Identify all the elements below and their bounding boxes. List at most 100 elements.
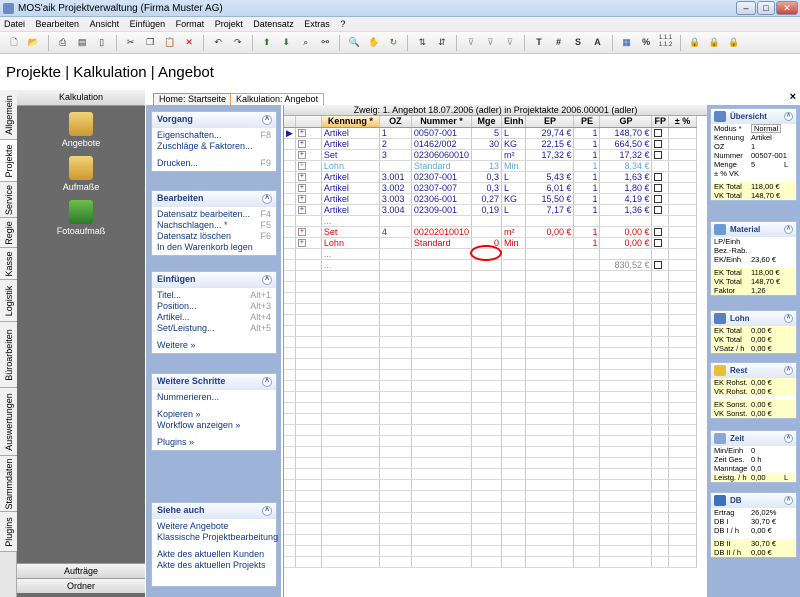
cell-pe[interactable]: 1 bbox=[573, 127, 601, 139]
tab-stammdaten[interactable]: Stammdaten bbox=[0, 456, 17, 512]
cell-gp[interactable] bbox=[599, 215, 653, 227]
cell-gp[interactable]: 1,63 € bbox=[599, 171, 653, 183]
col-gp[interactable]: GP bbox=[599, 116, 653, 128]
cell-fp[interactable] bbox=[651, 259, 669, 271]
refresh-icon[interactable]: ↻ bbox=[386, 35, 401, 50]
table-row[interactable]: + Artikel 3.002 02307-007 0,3 L 6,01 €1 1,80 € bbox=[284, 182, 697, 194]
a-icon[interactable]: A bbox=[590, 35, 605, 50]
collapse-icon[interactable]: ˄ bbox=[784, 366, 793, 375]
cell-gp[interactable] bbox=[599, 248, 653, 260]
row-indicator[interactable] bbox=[284, 226, 296, 238]
cell-kennung[interactable]: Lohn bbox=[321, 237, 380, 249]
cell-oz[interactable]: 3.001 bbox=[379, 171, 412, 183]
cell-percent[interactable] bbox=[668, 259, 697, 271]
delete-icon[interactable]: ✕ bbox=[182, 35, 197, 50]
col-oz[interactable]: OZ bbox=[379, 116, 412, 128]
close-window-button[interactable]: ✕ bbox=[776, 1, 798, 15]
cell-einh[interactable] bbox=[501, 248, 527, 260]
cell-nummer[interactable] bbox=[411, 215, 472, 227]
table-row[interactable]: + Artikel 3.003 02306-001 0,27 KG 15,50 €1 4,19… bbox=[284, 193, 697, 205]
module-aufmasse[interactable]: Aufmaße bbox=[17, 156, 145, 192]
minimize-button[interactable]: – bbox=[736, 1, 756, 15]
cell-mge[interactable]: 0,3 bbox=[471, 171, 502, 183]
cell-nummer[interactable]: 01462/002 bbox=[411, 138, 472, 150]
row-expander[interactable] bbox=[295, 259, 322, 271]
row-indicator[interactable] bbox=[284, 160, 296, 172]
col-kennung[interactable]: Kennung * bbox=[321, 116, 380, 128]
zoom-icon[interactable]: 🔍 bbox=[347, 35, 362, 50]
row-expander[interactable]: + bbox=[295, 193, 322, 205]
summary-value[interactable]: Normal bbox=[751, 124, 782, 133]
cell-percent[interactable] bbox=[668, 171, 697, 183]
task-nachschlagen[interactable]: Nachschlagen... * F5 bbox=[157, 220, 271, 231]
print-icon[interactable]: ⎙ bbox=[55, 35, 70, 50]
cell-oz[interactable] bbox=[379, 160, 412, 172]
cell-nummer[interactable]: 02309-001 bbox=[411, 204, 472, 216]
collapse-icon[interactable]: ˄ bbox=[262, 377, 272, 387]
cell-gp[interactable]: 664,50 € bbox=[599, 138, 653, 150]
collapse-icon[interactable]: ˄ bbox=[262, 194, 272, 204]
close-tab-icon[interactable]: × bbox=[790, 91, 796, 103]
open-folder-icon[interactable]: 📂 bbox=[26, 35, 41, 50]
cell-oz[interactable]: 1 bbox=[379, 127, 412, 139]
print-preview-icon[interactable]: ▤ bbox=[75, 35, 90, 50]
expand-icon[interactable]: + bbox=[297, 129, 306, 137]
cell-mge[interactable]: 5 bbox=[471, 127, 502, 139]
summary-group-header[interactable]: Material ˄ bbox=[711, 222, 796, 237]
task-group-header[interactable]: Bearbeiten ˄ bbox=[152, 191, 276, 207]
summary-group-header[interactable]: Übersicht ˄ bbox=[711, 109, 796, 124]
task-akte-projekt[interactable]: Akte des aktuellen Projekts bbox=[157, 560, 271, 571]
cell-einh[interactable]: L bbox=[501, 127, 527, 139]
cell-nummer[interactable] bbox=[411, 248, 472, 260]
cell-nummer[interactable]: 02306-001 bbox=[411, 193, 472, 205]
table-row[interactable]: + Lohn Standard 13 Min 1 8,34 € bbox=[284, 160, 697, 172]
collapse-icon[interactable]: ˄ bbox=[784, 314, 793, 323]
cell-percent[interactable] bbox=[668, 193, 697, 205]
cell-pe[interactable]: 1 bbox=[573, 171, 601, 183]
collapse-icon[interactable]: ˄ bbox=[784, 225, 793, 234]
tab-service[interactable]: Service bbox=[0, 182, 17, 218]
cell-kennung[interactable]: Set bbox=[321, 149, 380, 161]
cell-ep[interactable]: 15,50 € bbox=[525, 193, 575, 205]
fp-checkbox[interactable] bbox=[654, 184, 663, 192]
cell-pe[interactable]: 1 bbox=[573, 160, 601, 172]
task-klassische-bearbeitung[interactable]: Klassische Projektbearbeitung bbox=[157, 532, 278, 543]
table-row[interactable]: ▶ + Artikel 1 00507-001 5 L 29,74 €1 148,70 € bbox=[284, 127, 697, 139]
task-workflow[interactable]: Workflow anzeigen » bbox=[157, 420, 271, 431]
sort-asc-icon[interactable]: ⇅ bbox=[415, 35, 430, 50]
fp-checkbox[interactable] bbox=[654, 140, 663, 148]
row-expander[interactable]: + bbox=[295, 182, 322, 194]
undo-icon[interactable]: ↶ bbox=[211, 35, 226, 50]
cell-oz[interactable] bbox=[379, 237, 412, 249]
sort-desc-icon[interactable]: ⇵ bbox=[434, 35, 449, 50]
cell-gp[interactable]: 1,80 € bbox=[599, 182, 653, 194]
row-expander[interactable]: + bbox=[295, 149, 322, 161]
cell-kennung[interactable]: Artikel bbox=[321, 171, 380, 183]
task-zuschlaege[interactable]: Zuschläge & Faktoren... bbox=[157, 141, 271, 152]
fp-checkbox[interactable] bbox=[654, 206, 663, 214]
row-indicator[interactable] bbox=[284, 171, 296, 183]
filter-clear-icon[interactable]: ⊽ bbox=[502, 35, 517, 50]
expand-icon[interactable]: + bbox=[297, 206, 306, 214]
task-position[interactable]: Position... Alt+3 bbox=[157, 301, 271, 312]
task-artikel[interactable]: Artikel... Alt+4 bbox=[157, 312, 271, 323]
cell-einh[interactable]: L bbox=[501, 171, 527, 183]
table-row[interactable]: + Set 4 00202010010 m² 0,00 €1 0,00 € bbox=[284, 226, 697, 238]
cell-nummer[interactable] bbox=[411, 259, 472, 271]
fp-checkbox[interactable] bbox=[654, 151, 663, 159]
cell-einh[interactable]: L bbox=[501, 182, 527, 194]
cell-mge[interactable]: 30 bbox=[471, 138, 502, 150]
col-nummer[interactable]: Nummer * bbox=[411, 116, 472, 128]
cell-kennung[interactable]: Lohn bbox=[321, 160, 380, 172]
fp-checkbox[interactable] bbox=[654, 261, 663, 269]
fp-checkbox[interactable] bbox=[654, 195, 663, 203]
redo-icon[interactable]: ↷ bbox=[230, 35, 245, 50]
collapse-icon[interactable]: ˄ bbox=[262, 506, 272, 516]
task-titel[interactable]: Titel... Alt+1 bbox=[157, 290, 271, 301]
lock-yellow-icon[interactable]: 🔒 bbox=[707, 35, 722, 50]
row-expander[interactable] bbox=[295, 215, 322, 227]
col-einh[interactable]: Einh bbox=[501, 116, 527, 128]
cell-einh[interactable]: Min bbox=[501, 160, 527, 172]
task-group-header[interactable]: Siehe auch ˄ bbox=[152, 503, 276, 519]
cell-pe[interactable]: 1 bbox=[573, 204, 601, 216]
